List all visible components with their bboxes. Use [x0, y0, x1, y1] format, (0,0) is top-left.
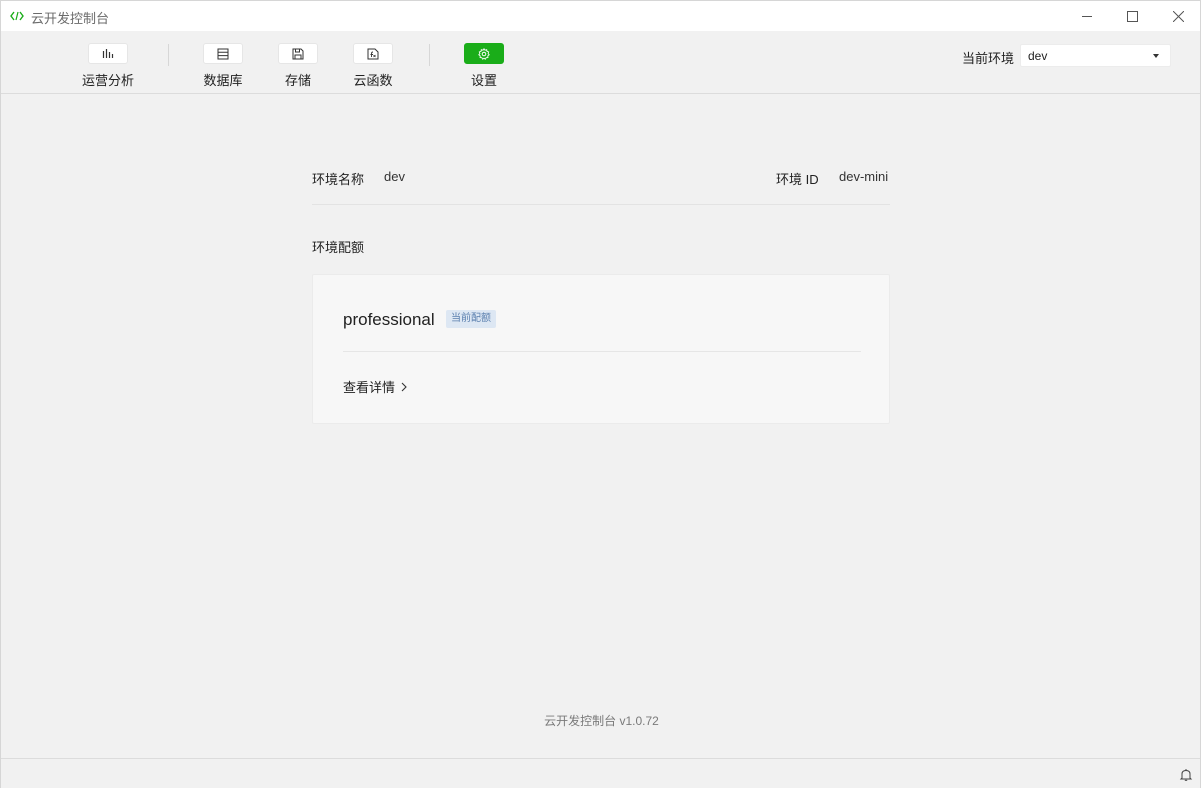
tool-functions-button[interactable] [353, 43, 393, 64]
tool-storage-label: 存储 [284, 73, 311, 88]
tool-analytics[interactable]: 运营分析 [78, 43, 138, 89]
window-title: 云开发控制台 [31, 11, 110, 26]
view-details-label: 查看详情 [343, 380, 396, 395]
view-details-link[interactable]: 查看详情 [343, 377, 407, 396]
env-select[interactable]: dev [1020, 44, 1171, 67]
env-id-value: dev-mini [839, 169, 889, 184]
quota-section-title: 环境配额 [312, 240, 365, 255]
chevron-right-icon [401, 382, 407, 391]
maximize-button[interactable] [1109, 1, 1155, 31]
close-icon [1172, 10, 1184, 22]
quota-card: professional 当前配额 查看详情 [312, 274, 890, 424]
title-bar: 云开发控制台 [1, 1, 1200, 31]
current-plan-badge: 当前配额 [446, 310, 496, 328]
tool-database-button[interactable] [203, 43, 243, 64]
env-name-label: 环境名称 [312, 172, 365, 187]
tool-functions[interactable]: 云函数 [343, 43, 403, 89]
env-selector-label: 当前环境 [962, 51, 1015, 66]
maximize-icon [1126, 10, 1138, 22]
function-icon [367, 48, 379, 59]
tool-database[interactable]: 数据库 [193, 43, 253, 89]
bell-icon[interactable] [1179, 768, 1193, 782]
tool-functions-label: 云函数 [353, 73, 393, 88]
env-name-value: dev [384, 169, 405, 184]
code-brackets-icon [10, 9, 24, 23]
minimize-icon [1081, 15, 1092, 17]
env-id-label: 环境 ID [776, 172, 819, 187]
app-window: 云开发控制台 运营分析 数据库 存储 云函数 设置 当前环境 dev 环境名称 … [0, 0, 1201, 788]
minimize-button[interactable] [1064, 1, 1110, 31]
tool-analytics-button[interactable] [88, 43, 128, 64]
toolbar-divider [168, 44, 169, 66]
version-text: 云开发控制台 v1.0.72 [544, 714, 659, 728]
caret-down-icon [1153, 54, 1159, 58]
toolbar: 运营分析 数据库 存储 云函数 设置 当前环境 dev [1, 31, 1200, 94]
tool-storage[interactable]: 存储 [268, 43, 328, 89]
tool-storage-button[interactable] [278, 43, 318, 64]
tool-analytics-label: 运营分析 [81, 73, 134, 88]
tool-settings-label: 设置 [470, 73, 497, 88]
card-divider [343, 351, 861, 352]
tool-settings-button[interactable] [464, 43, 504, 64]
plan-name: professional [343, 310, 435, 329]
tool-database-label: 数据库 [203, 73, 243, 88]
storage-icon [292, 48, 304, 59]
close-button[interactable] [1155, 1, 1201, 31]
status-bar [1, 758, 1200, 788]
env-select-value: dev [1028, 48, 1048, 63]
tool-settings[interactable]: 设置 [454, 43, 514, 89]
gear-icon [478, 47, 490, 60]
database-icon [217, 48, 229, 59]
divider [312, 204, 890, 205]
bar-chart-icon [102, 49, 114, 58]
toolbar-divider [429, 44, 430, 66]
env-info-row: 环境名称 dev 环境 ID dev-mini [312, 169, 890, 189]
